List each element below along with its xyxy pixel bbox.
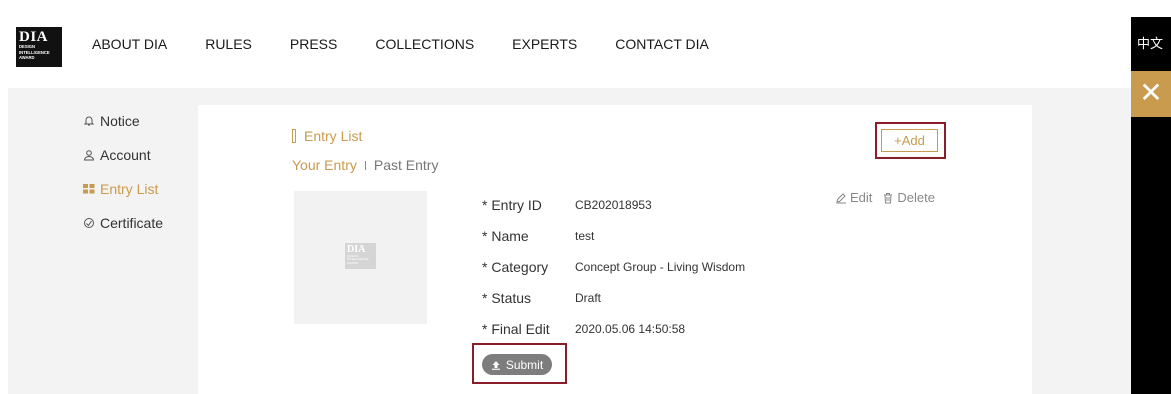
pencil-icon: [836, 192, 846, 203]
field-value: Concept Group - Living Wisdom: [575, 259, 746, 274]
nav-about-dia[interactable]: ABOUT DIA: [92, 36, 167, 52]
field-label: * Final Edit: [482, 320, 550, 337]
sidebar-item-entry-list[interactable]: Entry List: [82, 172, 163, 206]
nav-collections[interactable]: COLLECTIONS: [375, 36, 474, 52]
field-value: test: [575, 228, 595, 243]
sidebar-item-label: Account: [100, 147, 151, 163]
delete-button[interactable]: Delete: [882, 190, 935, 205]
account-sidebar: Notice Account Entry List Certificate: [82, 104, 163, 240]
placeholder-logo: DIA DESIGN INTELLIGENCE AWARD: [345, 243, 376, 269]
field-label: * Status: [482, 289, 532, 306]
sidebar-item-label: Certificate: [100, 215, 164, 231]
sidebar-item-certificate[interactable]: Certificate: [82, 206, 163, 240]
dia-logo[interactable]: DIA DESIGN INTELLIGENCE AWARD: [16, 27, 62, 67]
nav-contact-dia[interactable]: CONTACT DIA: [615, 36, 709, 52]
field-label: * Entry ID: [482, 196, 542, 213]
title-bar-icon: [292, 129, 296, 143]
submit-label: Submit: [505, 357, 544, 372]
section-title: Entry List: [292, 128, 362, 144]
page-title: Entry List: [304, 128, 363, 144]
entry-details: * Entry ID CB202018953 * Name test * Cat…: [482, 189, 745, 344]
upload-icon: [491, 360, 501, 370]
edit-button[interactable]: Edit: [835, 190, 872, 205]
field-value: CB202018953: [575, 197, 652, 212]
field-row-final-edit: * Final Edit 2020.05.06 14:50:58: [482, 313, 745, 344]
bell-icon: [82, 114, 96, 128]
entry-actions: Edit Delete: [835, 190, 945, 205]
trash-icon: [884, 192, 893, 203]
sidebar-item-label: Entry List: [100, 181, 159, 197]
sidebar-item-notice[interactable]: Notice: [82, 104, 163, 138]
delete-label: Delete: [897, 190, 935, 205]
edit-label: Edit: [850, 190, 873, 205]
nav-press[interactable]: PRESS: [290, 36, 337, 52]
field-label: * Name: [482, 227, 529, 244]
tab-divider: [364, 160, 366, 170]
logo-mark: DIA: [19, 29, 49, 45]
user-icon: [82, 148, 96, 162]
certificate-icon: [82, 216, 96, 230]
field-row-entry-id: * Entry ID CB202018953: [482, 189, 745, 220]
field-value: 2020.05.06 14:50:58: [575, 321, 686, 336]
field-row-status: * Status Draft: [482, 282, 745, 313]
placeholder-logo-sub-3: AWARD: [347, 260, 358, 265]
entry-thumbnail[interactable]: DIA DESIGN INTELLIGENCE AWARD: [294, 191, 427, 324]
logo-sub-3: AWARD: [19, 55, 35, 61]
add-entry-button[interactable]: +Add: [881, 129, 938, 152]
tab-past-entry[interactable]: Past Entry: [374, 157, 439, 173]
grid-icon: [82, 182, 96, 196]
field-row-name: * Name test: [482, 220, 745, 251]
main-nav: ABOUT DIA RULES PRESS COLLECTIONS EXPERT…: [92, 36, 747, 52]
close-icon[interactable]: ✕: [1131, 71, 1171, 117]
field-row-category: * Category Concept Group - Living Wisdom: [482, 251, 745, 282]
nav-rules[interactable]: RULES: [205, 36, 252, 52]
tab-your-entry[interactable]: Your Entry: [292, 157, 357, 173]
sidebar-item-account[interactable]: Account: [82, 138, 163, 172]
submit-button[interactable]: Submit: [482, 354, 552, 375]
header: DIA DESIGN INTELLIGENCE AWARD ABOUT DIA …: [0, 0, 1131, 88]
field-label: * Category: [482, 258, 549, 275]
nav-experts[interactable]: EXPERTS: [512, 36, 577, 52]
sidebar-item-label: Notice: [100, 113, 140, 129]
entry-tabs: Your Entry Past Entry: [292, 157, 438, 173]
logo-sub-1: DESIGN: [19, 44, 36, 49]
language-switch[interactable]: 中文: [1137, 33, 1163, 52]
field-value: Draft: [575, 290, 602, 305]
